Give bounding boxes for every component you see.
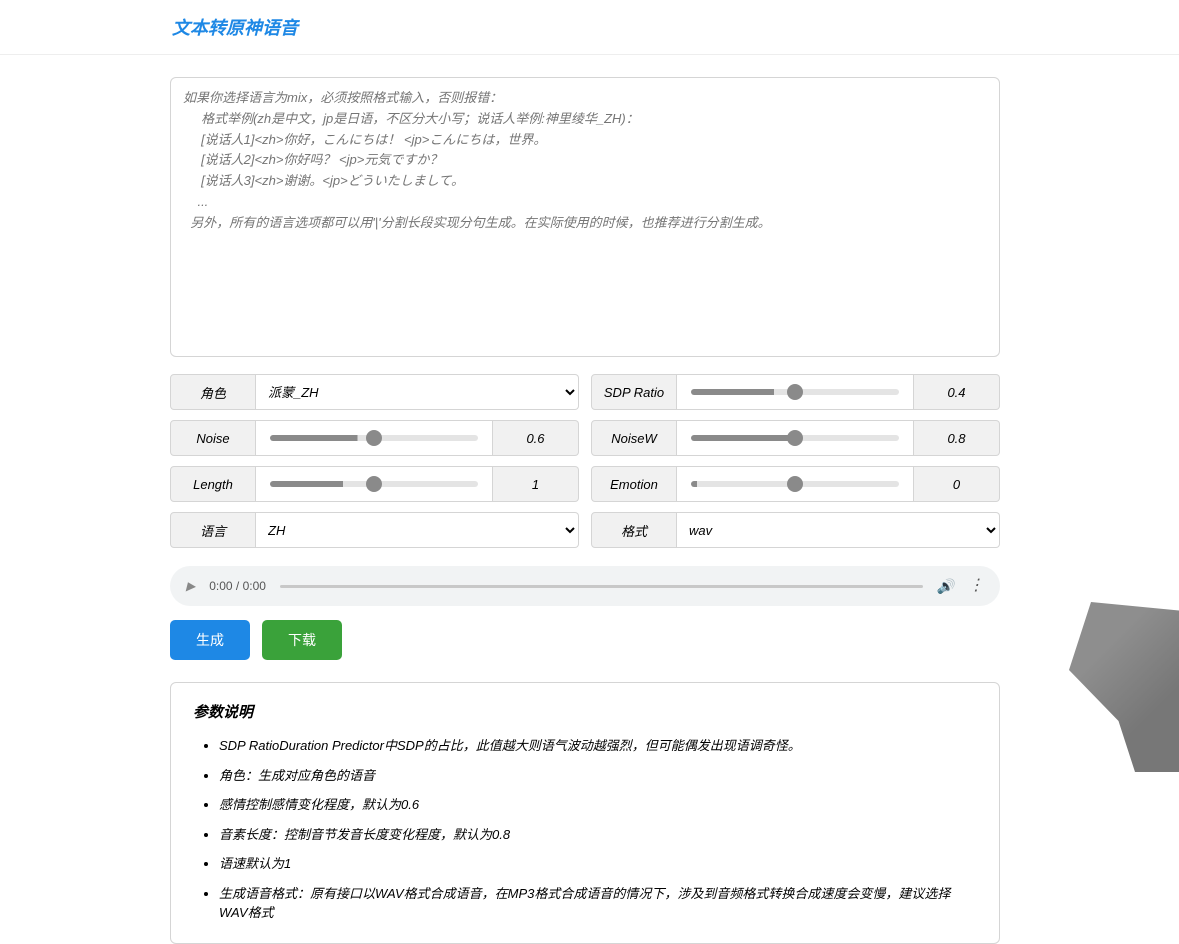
info-item: 语速默认为1	[219, 854, 977, 874]
length-value: 1	[493, 466, 579, 502]
audio-menu-icon[interactable]: ⋮	[968, 578, 984, 594]
text-input[interactable]	[170, 77, 1000, 357]
noisew-value: 0.8	[914, 420, 1000, 456]
download-button[interactable]: 下载	[262, 620, 342, 660]
play-icon[interactable]: ▶	[186, 579, 195, 593]
noise-slider-wrap	[256, 420, 493, 456]
info-title: 参数说明	[193, 701, 977, 722]
info-item: 角色：生成对应角色的语音	[219, 766, 977, 786]
length-label: Length	[170, 466, 256, 502]
emotion-value: 0	[914, 466, 1000, 502]
action-buttons: 生成 下载	[170, 620, 1000, 660]
sdp-ratio-value: 0.4	[914, 374, 1000, 410]
noise-label: Noise	[170, 420, 256, 456]
decorative-image	[1069, 602, 1179, 772]
length-slider[interactable]	[270, 481, 478, 487]
audio-player: ▶ 0:00 / 0:00 🔊 ⋮	[170, 566, 1000, 606]
info-list: SDP RatioDuration Predictor中SDP的占比，此值越大则…	[193, 736, 977, 923]
info-item: 生成语音格式：原有接口以WAV格式合成语音，在MP3格式合成语音的情况下，涉及到…	[219, 884, 977, 923]
format-label: 格式	[591, 512, 677, 548]
length-slider-wrap	[256, 466, 493, 502]
info-item: 感情控制感情变化程度，默认为0.6	[219, 795, 977, 815]
noise-slider[interactable]	[270, 435, 478, 441]
info-item: SDP RatioDuration Predictor中SDP的占比，此值越大则…	[219, 736, 977, 756]
noisew-slider-wrap	[677, 420, 914, 456]
sdp-ratio-label: SDP Ratio	[591, 374, 677, 410]
role-select[interactable]: 派蒙_ZH	[256, 374, 579, 410]
sdp-ratio-slider-wrap	[677, 374, 914, 410]
noisew-slider[interactable]	[691, 435, 899, 441]
language-select[interactable]: ZH	[256, 512, 579, 548]
page-title: 文本转原神语音	[0, 0, 1179, 55]
emotion-slider[interactable]	[691, 481, 899, 487]
role-label: 角色	[170, 374, 256, 410]
noisew-label: NoiseW	[591, 420, 677, 456]
format-select[interactable]: wav	[677, 512, 1000, 548]
info-panel: 参数说明 SDP RatioDuration Predictor中SDP的占比，…	[170, 682, 1000, 944]
info-item: 音素长度：控制音节发音长度变化程度，默认为0.8	[219, 825, 977, 845]
main-container: 角色 派蒙_ZH SDP Ratio 0.4 Noise 0.6	[170, 55, 1000, 944]
language-label: 语言	[170, 512, 256, 548]
emotion-slider-wrap	[677, 466, 914, 502]
volume-icon[interactable]: 🔊	[937, 578, 954, 595]
audio-progress[interactable]	[280, 585, 923, 588]
emotion-label: Emotion	[591, 466, 677, 502]
sdp-ratio-slider[interactable]	[691, 389, 899, 395]
controls-panel: 角色 派蒙_ZH SDP Ratio 0.4 Noise 0.6	[170, 374, 1000, 548]
audio-time: 0:00 / 0:00	[209, 579, 266, 593]
generate-button[interactable]: 生成	[170, 620, 250, 660]
noise-value: 0.6	[493, 420, 579, 456]
